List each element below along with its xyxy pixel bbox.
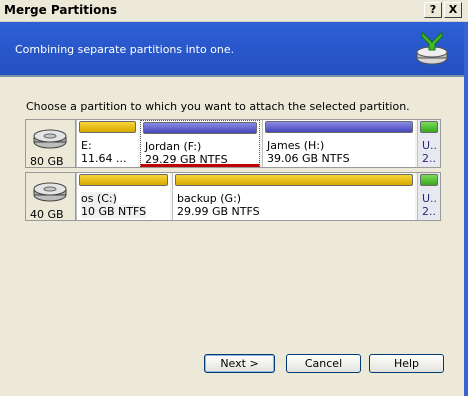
- partition-usage-bar: [79, 174, 168, 186]
- merge-wizard-icon: [416, 30, 448, 65]
- close-button[interactable]: X: [444, 2, 462, 18]
- disk-2-row: 40 GB os (C:) 10 GB NTFS backup (G:) 29.…: [25, 172, 441, 221]
- partition-unallocated[interactable]: U.. 2..: [417, 173, 440, 220]
- wizard-header: Combining separate partitions into one.: [0, 22, 468, 77]
- disk-size: 80 GB: [30, 155, 64, 168]
- partition-label: Jordan (F:): [145, 140, 202, 153]
- hard-disk-icon: [33, 129, 67, 149]
- window-title: Merge Partitions: [4, 3, 118, 17]
- partition-usage-bar: [79, 121, 136, 133]
- partition-size: 29.29 GB NTFS: [145, 153, 228, 166]
- hard-disk-icon: [33, 182, 67, 202]
- partition-usage-bar: [420, 121, 438, 133]
- partition-size: 29.99 GB NTFS: [177, 205, 260, 218]
- partition-label: backup (G:): [177, 192, 242, 205]
- partition-label: U..: [422, 139, 438, 152]
- partition-usage-bar: [175, 174, 413, 186]
- partition-usage-bar: [265, 121, 413, 133]
- next-button[interactable]: Next >: [204, 354, 275, 373]
- partition-e[interactable]: E: 11.64 ...: [76, 120, 138, 167]
- partition-usage-bar: [143, 122, 257, 134]
- disk-size: 40 GB: [30, 208, 64, 221]
- partition-label: os (C:): [81, 192, 117, 205]
- disk-2-header: 40 GB: [26, 173, 76, 221]
- partition-usage-bar: [420, 174, 438, 186]
- partition-size: 11.64 ...: [81, 152, 127, 165]
- disk-1-header: 80 GB: [26, 120, 76, 168]
- partition-os-c[interactable]: os (C:) 10 GB NTFS: [76, 173, 170, 220]
- partition-label: James (H:): [267, 139, 325, 152]
- partition-james-h[interactable]: James (H:) 39.06 GB NTFS: [262, 120, 415, 167]
- partition-jordan-f[interactable]: Jordan (F:) 29.29 GB NTFS: [140, 120, 260, 167]
- title-bar: Merge Partitions ? X: [0, 0, 468, 22]
- partition-unallocated[interactable]: U.. 2..: [417, 120, 440, 167]
- partition-size: 2..: [422, 152, 436, 165]
- partition-label: E:: [81, 139, 92, 152]
- help-button[interactable]: Help: [369, 354, 444, 373]
- partition-size: 10 GB NTFS: [81, 205, 147, 218]
- help-title-button[interactable]: ?: [424, 2, 442, 18]
- partition-label: U..: [422, 192, 438, 205]
- cancel-button[interactable]: Cancel: [286, 354, 361, 373]
- window-frame-edge: [464, 22, 468, 396]
- instruction-text: Choose a partition to which you want to …: [26, 100, 410, 113]
- partition-backup-g[interactable]: backup (G:) 29.99 GB NTFS: [172, 173, 415, 220]
- wizard-subtitle: Combining separate partitions into one.: [15, 43, 235, 56]
- partition-size: 2..: [422, 205, 436, 218]
- disk-1-row: 80 GB E: 11.64 ... Jordan (F:) 29.29 GB …: [25, 119, 441, 168]
- partition-size: 39.06 GB NTFS: [267, 152, 350, 165]
